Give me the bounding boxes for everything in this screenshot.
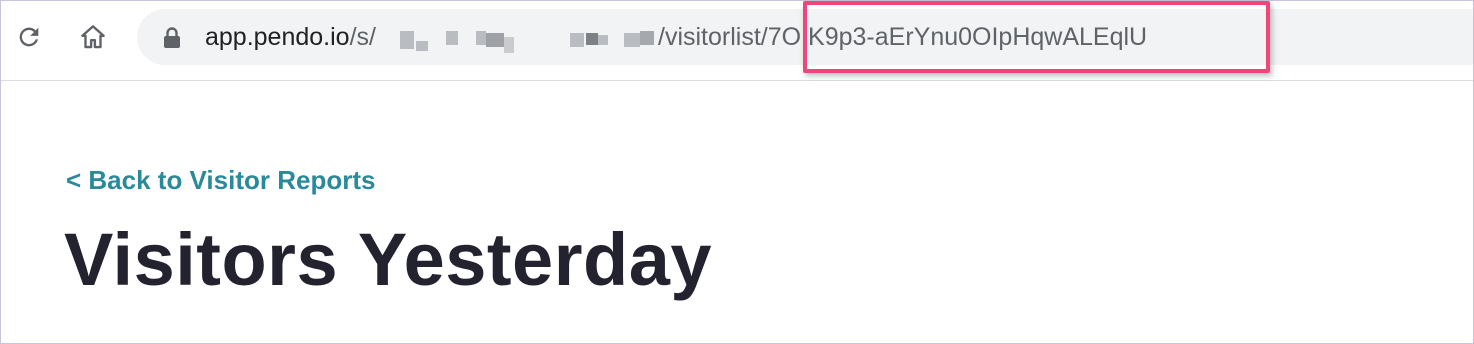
url-host: app.pendo.io bbox=[205, 23, 350, 51]
reload-button[interactable] bbox=[9, 17, 49, 57]
report-id-highlight-box bbox=[803, 1, 1270, 73]
lock-icon bbox=[164, 27, 180, 48]
page-content: < Back to Visitor Reports Visitors Yeste… bbox=[1, 81, 1473, 343]
browser-toolbar: app.pendo.io/s//visitorlist/7OIK9p3-aErY… bbox=[1, 1, 1473, 81]
redacted-url-segment bbox=[376, 9, 658, 65]
home-button[interactable] bbox=[73, 17, 113, 57]
url-path-middle: /visitorlist/ bbox=[658, 23, 768, 51]
home-icon bbox=[81, 25, 105, 49]
reload-icon bbox=[19, 27, 39, 47]
url-path-prefix: /s/ bbox=[349, 23, 376, 51]
back-to-visitor-reports-link[interactable]: < Back to Visitor Reports bbox=[66, 165, 375, 196]
page-title: Visitors Yesterday bbox=[64, 218, 713, 301]
